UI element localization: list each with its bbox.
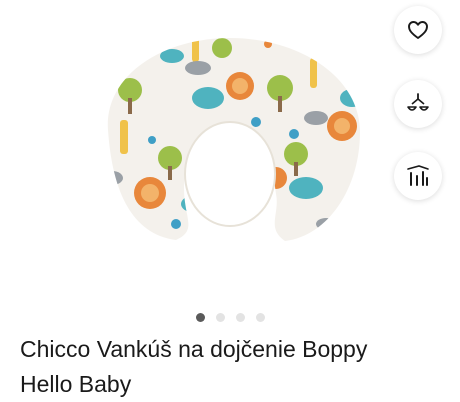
product-title-line-2: Hello Baby bbox=[20, 371, 132, 397]
product-image bbox=[80, 28, 380, 253]
weight-icon bbox=[407, 93, 429, 111]
size-button[interactable] bbox=[394, 80, 442, 128]
pagination-dot[interactable] bbox=[215, 313, 225, 322]
gallery-pagination bbox=[0, 313, 460, 322]
product-gallery[interactable] bbox=[0, 0, 460, 300]
pagination-dot[interactable] bbox=[255, 313, 265, 322]
pagination-dot[interactable] bbox=[235, 313, 245, 322]
heart-icon bbox=[408, 21, 428, 39]
compare-button[interactable] bbox=[394, 152, 442, 200]
product-title-line-1: Chicco Vankúš na dojčenie Boppy bbox=[20, 336, 368, 362]
pagination-dot[interactable] bbox=[195, 313, 205, 322]
compare-bars-icon bbox=[407, 165, 429, 186]
favorite-button[interactable] bbox=[394, 6, 442, 54]
product-title: Chicco Vankúš na dojčenie Boppy Hello Bab… bbox=[20, 332, 440, 402]
